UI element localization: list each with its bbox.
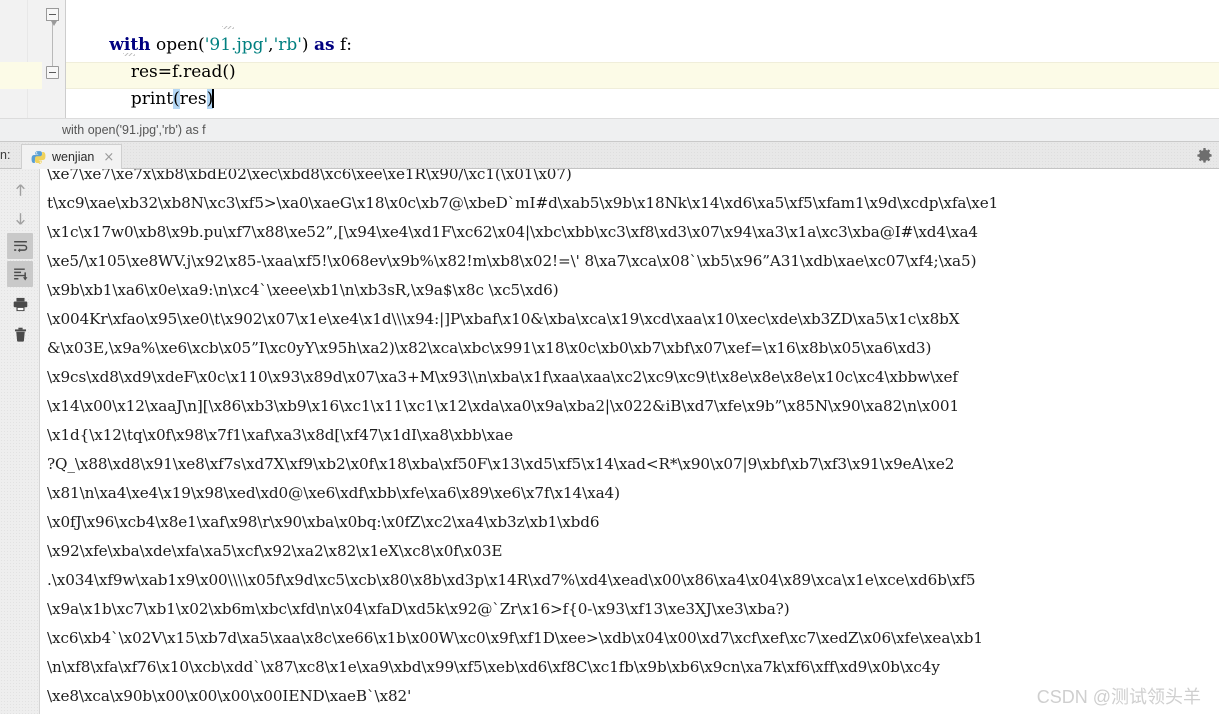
- token-read-parens: (): [222, 62, 236, 82]
- up-arrow-icon[interactable]: [7, 177, 33, 203]
- console-scrollbar[interactable]: [1206, 169, 1219, 714]
- python-file-icon: [31, 150, 46, 165]
- gutter-current-line-highlight: [0, 62, 42, 89]
- console-line: \x9cs\xd8\xd9\xdeF\x0c\x110\x93\x89d\x07…: [47, 368, 958, 386]
- token-print-lparen-selected: (: [173, 89, 180, 109]
- tab-label: wenjian: [52, 150, 95, 164]
- console-line: \xc6\xb4`\x02V\x15\xb7d\xa5\xaa\x8c\xe66…: [47, 629, 983, 647]
- console-toolbar: [0, 169, 40, 714]
- console-line: \x1d{\x12\tq\x0f\x98\x7f1\xaf\xa3\x8d[\x…: [47, 426, 513, 444]
- editor-annotation-strip[interactable]: [0, 0, 28, 118]
- console-line: &\x03E,\x9a%\xe6\xcb\x05”I\xc0yY\x95h\xa…: [47, 339, 932, 357]
- console-line: \n\xf8\xfa\xf76\x10\xcb\xdd`\x87\xc8\x1e…: [47, 658, 940, 676]
- token-colon: :: [346, 35, 352, 55]
- editor-vcs-strip: [28, 0, 42, 118]
- console-line: \xe5/\x105\xe8WV.j\x92\x85-\xaa\xf5!\x06…: [47, 252, 977, 270]
- console-line: \xe7\xe7\xe7x\xb8\xbdE02\xec\xbd8\xc6\xe…: [47, 169, 572, 183]
- token-mode-string: 'rb': [273, 35, 302, 55]
- console-line: \x81\n\xa4\xe4\x19\x98\xed\xd0@\xe6\xdf\…: [47, 484, 620, 502]
- print-icon[interactable]: [7, 291, 33, 317]
- code-line-3[interactable]: print(res): [66, 59, 215, 109]
- fold-marker-close-icon[interactable]: [46, 66, 59, 79]
- console-line: \x9a\x1b\xc7\xb1\x02\xb6m\xbc\xfd\n\x04\…: [47, 600, 790, 618]
- trash-icon[interactable]: [7, 321, 33, 347]
- run-toolwindow-tabbar: n: wenjian ×: [0, 142, 1219, 169]
- console-line: \x004Kr\xfao\x95\xe0\t\x902\x07\x1e\xe4\…: [47, 310, 960, 328]
- code-line-2[interactable]: res=f.read(): [66, 32, 236, 82]
- token-res-arg: res: [179, 89, 207, 109]
- console-line: t\xc9\xae\xb32\xb8N\xc3\xf5>\xa0\xaeG\x1…: [47, 194, 999, 212]
- scroll-to-end-icon[interactable]: [7, 261, 33, 287]
- console-line: .\x034\xf9w\xab1x9\x00\\\\x05f\x9d\xc5\x…: [47, 571, 976, 589]
- inspection-squiggle-2: [123, 53, 135, 56]
- console-line: \x14\x00\x12\xaaJ\n][\x86\xb3\xb9\x16\xc…: [47, 397, 960, 415]
- down-arrow-icon[interactable]: [7, 205, 33, 231]
- code-text-area[interactable]: with open('91.jpg','rb') as f: res=f.rea…: [66, 0, 1219, 118]
- close-icon[interactable]: ×: [103, 151, 114, 164]
- token-print: print: [130, 89, 174, 109]
- code-line-1[interactable]: with open('91.jpg','rb') as f:: [66, 5, 352, 55]
- code-editor[interactable]: with open('91.jpg','rb') as f: res=f.rea…: [0, 0, 1219, 118]
- tab-wenjian[interactable]: wenjian ×: [21, 144, 123, 169]
- pycharm-window: with open('91.jpg','rb') as f: res=f.rea…: [0, 0, 1219, 714]
- fold-marker-open-icon[interactable]: [46, 8, 59, 26]
- console-line: \x9b\xb1\xa6\x0e\xa9:\n\xc4`\xeee\xb1\n\…: [47, 281, 559, 299]
- console-line: \x1c\x17w0\xb8\x9b.pu\xf7\x88\xe52”,[\x9…: [47, 223, 978, 241]
- breadcrumb-text[interactable]: with open('91.jpg','rb') as f: [62, 119, 206, 142]
- current-line-highlight: [66, 62, 1219, 89]
- console-output[interactable]: \xe7\xe7\xe7x\xb8\xbdE02\xec\xbd8\xc6\xe…: [41, 169, 1219, 714]
- console-line: ?Q_\x88\xd8\x91\xe8\xf7s\xd7X\xf9\xb2\x0…: [47, 455, 955, 473]
- inspection-squiggle-1: [222, 26, 234, 29]
- token-as: as: [313, 35, 335, 55]
- gear-icon[interactable]: [1196, 147, 1213, 164]
- console-line: \x0fJ\x96\xcb4\x8e1\xaf\x98\r\x90\xba\x0…: [47, 513, 600, 531]
- token-rparen: ): [301, 35, 309, 55]
- console-lines-container: \xe7\xe7\xe7x\xb8\xbdE02\xec\xbd8\xc6\xe…: [41, 169, 1219, 711]
- toolwindow-label: n:: [0, 148, 11, 162]
- code-fold-line: [52, 20, 53, 68]
- soft-wrap-icon[interactable]: [7, 233, 33, 259]
- text-caret: [212, 89, 215, 108]
- csdn-watermark: CSDN @测试领头羊: [1036, 687, 1201, 707]
- breadcrumb-bar[interactable]: with open('91.jpg','rb') as f: [0, 118, 1219, 142]
- console-line: \x92\xfe\xba\xde\xfa\xa5\xcf\x92\xa2\x82…: [47, 542, 503, 560]
